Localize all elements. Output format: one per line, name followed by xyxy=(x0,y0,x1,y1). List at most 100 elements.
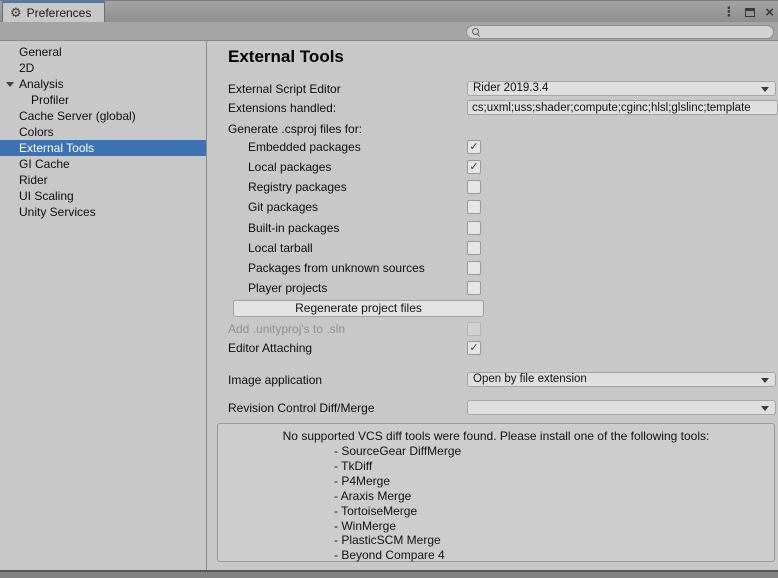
chevron-down-icon xyxy=(761,406,769,411)
add-unityproj-checkbox xyxy=(467,322,481,336)
more-menu-icon[interactable]: ⋮ xyxy=(722,6,735,19)
search-row xyxy=(0,22,778,41)
tab-title: Preferences xyxy=(27,6,92,20)
row-extensions-handled: Extensions handled: xyxy=(208,100,778,116)
page-title: External Tools xyxy=(228,47,344,67)
search-input[interactable] xyxy=(481,26,773,38)
sidebar-list: General 2D Analysis Profiler Cache Server (g… xyxy=(0,44,206,220)
vcs-tool-item: - TortoiseMerge xyxy=(334,504,774,519)
sidebar-item-label: General xyxy=(19,45,62,59)
local-tarball-checkbox[interactable] xyxy=(467,241,481,255)
row-built-in-packages: Built-in packages xyxy=(208,220,778,236)
content-pane: External Tools External Script Editor Ri… xyxy=(208,41,778,570)
built-in-packages-label: Built-in packages xyxy=(248,220,339,236)
packages-from-unknown-sources-checkbox[interactable] xyxy=(467,261,481,275)
registry-packages-label: Registry packages xyxy=(248,179,347,195)
sidebar: General 2D Analysis Profiler Cache Server (g… xyxy=(0,41,207,570)
row-player-projects: Player projects xyxy=(208,280,778,296)
embedded-packages-checkbox[interactable]: ✓ xyxy=(467,140,481,154)
row-local-packages: Local packages ✓ xyxy=(208,159,778,175)
row-embedded-packages: Embedded packages ✓ xyxy=(208,139,778,155)
window-controls: ⋮ × xyxy=(722,1,774,23)
image-application-dropdown[interactable]: Open by file extension xyxy=(467,372,776,387)
sidebar-item-label: Colors xyxy=(19,125,54,139)
sidebar-item-label: External Tools xyxy=(19,141,94,155)
sidebar-item-label: Cache Server (global) xyxy=(19,109,136,123)
tab-preferences[interactable]: ⚙ Preferences xyxy=(2,1,105,23)
window-bottom-strip xyxy=(0,570,778,578)
row-image-application: Image application Open by file extension xyxy=(208,372,778,388)
registry-packages-checkbox[interactable] xyxy=(467,180,481,194)
external-script-editor-dropdown[interactable]: Rider 2019.3.4 xyxy=(467,81,776,96)
player-projects-checkbox[interactable] xyxy=(467,281,481,295)
row-editor-attaching: Editor Attaching ✓ xyxy=(208,340,778,356)
sidebar-item-gi-cache[interactable]: GI Cache xyxy=(0,156,206,172)
add-unityproj-label: Add .unityproj's to .sln xyxy=(228,321,345,337)
maximize-icon[interactable] xyxy=(745,8,755,17)
sidebar-item-rider[interactable]: Rider xyxy=(0,172,206,188)
preferences-window: ⚙ Preferences ⋮ × General 2D Analysis Profi… xyxy=(0,0,778,578)
vcs-tool-item: - SourceGear DiffMerge xyxy=(334,444,774,459)
chevron-down-icon xyxy=(761,378,769,383)
dropdown-value: Rider 2019.3.4 xyxy=(473,82,548,95)
sidebar-item-2d[interactable]: 2D xyxy=(0,60,206,76)
image-application-label: Image application xyxy=(228,372,322,388)
sidebar-item-cache-server-global[interactable]: Cache Server (global) xyxy=(0,108,206,124)
local-packages-checkbox[interactable]: ✓ xyxy=(467,160,481,174)
dropdown-value: Open by file extension xyxy=(473,373,587,386)
sidebar-item-label: Rider xyxy=(19,173,48,187)
vcs-tools-list: - SourceGear DiffMerge- TkDiff- P4Merge-… xyxy=(334,444,774,563)
revision-control-label: Revision Control Diff/Merge xyxy=(228,400,375,416)
local-tarball-label: Local tarball xyxy=(248,240,313,256)
editor-attaching-checkbox[interactable]: ✓ xyxy=(467,341,481,355)
sidebar-item-unity-services[interactable]: Unity Services xyxy=(0,204,206,220)
sidebar-item-analysis[interactable]: Analysis xyxy=(0,76,206,92)
vcs-tool-item: - PlasticSCM Merge xyxy=(334,533,774,548)
row-local-tarball: Local tarball xyxy=(208,240,778,256)
external-script-editor-label: External Script Editor xyxy=(228,81,341,97)
chevron-down-icon xyxy=(761,87,769,92)
row-registry-packages: Registry packages xyxy=(208,179,778,195)
sidebar-item-label: 2D xyxy=(19,61,34,75)
sidebar-item-label: UI Scaling xyxy=(19,189,74,203)
row-generate-csproj: Generate .csproj files for: xyxy=(208,121,778,137)
title-bar: ⚙ Preferences ⋮ × xyxy=(0,0,778,22)
git-packages-label: Git packages xyxy=(248,199,318,215)
sidebar-item-label: Profiler xyxy=(31,93,69,107)
vcs-tool-item: - Araxis Merge xyxy=(334,489,774,504)
sidebar-item-ui-scaling[interactable]: UI Scaling xyxy=(0,188,206,204)
vcs-tool-item: - WinMerge xyxy=(334,519,774,534)
vcs-tool-item: - Beyond Compare 4 xyxy=(334,548,774,563)
sidebar-item-profiler[interactable]: Profiler xyxy=(0,92,206,108)
sidebar-item-external-tools[interactable]: External Tools xyxy=(0,140,206,156)
sidebar-item-label: Unity Services xyxy=(19,205,96,219)
generate-csproj-label: Generate .csproj files for: xyxy=(228,121,362,137)
row-external-script-editor: External Script Editor Rider 2019.3.4 xyxy=(208,81,778,97)
git-packages-checkbox[interactable] xyxy=(467,200,481,214)
extensions-handled-input[interactable] xyxy=(467,100,778,115)
row-add-unityproj: Add .unityproj's to .sln xyxy=(208,321,778,337)
gear-icon: ⚙ xyxy=(10,7,22,20)
embedded-packages-label: Embedded packages xyxy=(248,139,361,155)
vcs-help-message: No supported VCS diff tools were found. … xyxy=(218,429,774,444)
search-icon xyxy=(472,28,481,37)
built-in-packages-checkbox[interactable] xyxy=(467,221,481,235)
vcs-tool-item: - TkDiff xyxy=(334,459,774,474)
sidebar-item-label: Analysis xyxy=(19,77,64,91)
vcs-tool-item: - P4Merge xyxy=(334,474,774,489)
sidebar-item-general[interactable]: General xyxy=(0,44,206,60)
row-packages-from-unknown-sources: Packages from unknown sources xyxy=(208,260,778,276)
extensions-handled-label: Extensions handled: xyxy=(228,100,336,116)
regenerate-project-files-button[interactable]: Regenerate project files xyxy=(233,300,484,317)
revision-control-dropdown[interactable] xyxy=(467,400,776,415)
editor-attaching-label: Editor Attaching xyxy=(228,340,312,356)
row-git-packages: Git packages xyxy=(208,199,778,215)
search-box[interactable] xyxy=(466,25,774,39)
close-icon[interactable]: × xyxy=(765,5,774,20)
sidebar-item-label: GI Cache xyxy=(19,157,70,171)
row-revision-control: Revision Control Diff/Merge xyxy=(208,400,778,416)
foldout-expanded-icon[interactable] xyxy=(6,82,14,87)
sidebar-item-colors[interactable]: Colors xyxy=(0,124,206,140)
vcs-help-box: No supported VCS diff tools were found. … xyxy=(217,423,775,562)
local-packages-label: Local packages xyxy=(248,159,331,175)
